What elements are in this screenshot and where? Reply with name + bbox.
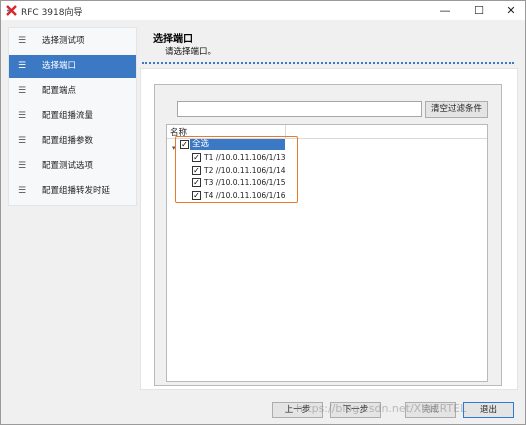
sidebar-item-test-options[interactable]: ☰ 配置测试选项 — [9, 155, 136, 178]
sidebar-item-select-port[interactable]: ☰ 选择端口 — [9, 55, 136, 78]
list-icon: ☰ — [18, 36, 27, 46]
list-icon: ☰ — [18, 186, 27, 196]
exit-button[interactable]: 退出 — [463, 402, 514, 418]
page-subtitle: 请选择端口。 — [165, 47, 217, 57]
sidebar-item-label: 选择测试项 — [42, 36, 85, 46]
clear-filter-button[interactable]: 清空过滤条件 — [425, 101, 488, 118]
list-icon: ☰ — [18, 61, 27, 71]
close-button[interactable]: ✕ — [495, 1, 526, 20]
sidebar-item-label: 配置端点 — [42, 86, 77, 96]
maximize-button[interactable]: ☐ — [463, 1, 495, 20]
minimize-button[interactable]: — — [429, 1, 461, 20]
sidebar-item-label: 配置测试选项 — [42, 161, 94, 171]
app-logo-icon — [6, 5, 17, 16]
watermark: https://blog.csdn.net/XINERTEL — [296, 402, 467, 415]
sidebar-item-label: 配置组播转发时延 — [42, 186, 111, 196]
sidebar-item-config-endpoint[interactable]: ☰ 配置端点 — [9, 80, 136, 103]
window-title: RFC 3918向导 — [21, 8, 83, 18]
list-icon: ☰ — [18, 111, 27, 121]
title-bar: RFC 3918向导 — ☐ ✕ — [1, 1, 525, 20]
filter-input[interactable] — [177, 101, 422, 117]
header-divider — [142, 62, 514, 64]
list-icon: ☰ — [18, 161, 27, 171]
sidebar-item-multicast-traffic[interactable]: ☰ 配置组播流量 — [9, 105, 136, 128]
wizard-sidebar: ☰ 选择测试项 ☰ 选择端口 ☰ 配置端点 ☰ 配置组播流量 ☰ 配置组播参数 … — [8, 27, 137, 206]
sidebar-item-multicast-params[interactable]: ☰ 配置组播参数 — [9, 130, 136, 153]
sidebar-item-select-test[interactable]: ☰ 选择测试项 — [9, 30, 136, 53]
sidebar-item-forwarding-latency[interactable]: ☰ 配置组播转发时延 — [9, 180, 136, 203]
selection-highlight-box — [175, 136, 298, 203]
sidebar-item-label: 选择端口 — [42, 61, 77, 71]
list-icon: ☰ — [18, 86, 27, 96]
sidebar-item-label: 配置组播参数 — [42, 136, 94, 146]
sidebar-item-label: 配置组播流量 — [42, 111, 94, 121]
page-title: 选择端口 — [153, 34, 193, 45]
list-icon: ☰ — [18, 136, 27, 146]
